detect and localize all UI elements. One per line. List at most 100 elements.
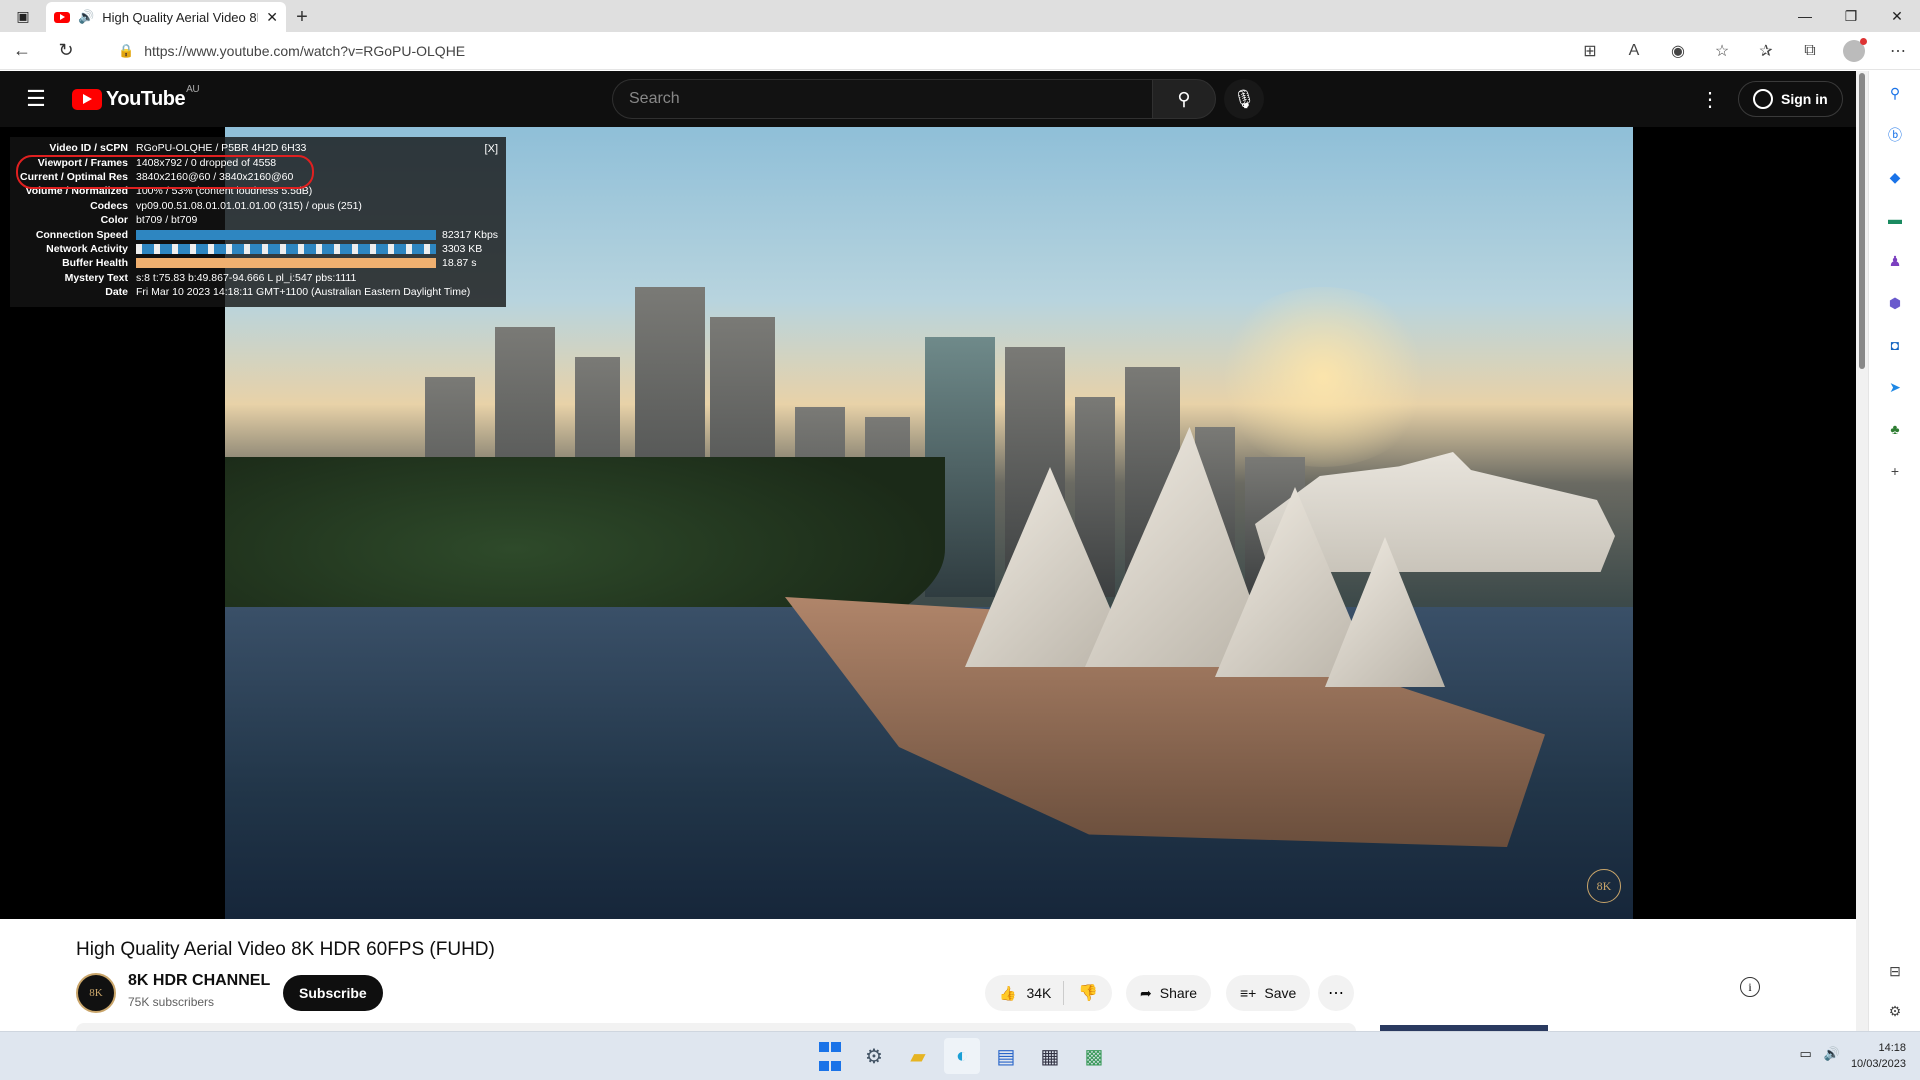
taskbar-clock[interactable]: 14:18 10/03/2023	[1851, 1040, 1906, 1072]
stats-close-button[interactable]: [X]	[485, 143, 498, 155]
add-favorite-icon[interactable]: ☆	[1700, 41, 1744, 61]
save-button[interactable]: ≡+ Save	[1226, 975, 1311, 1011]
microsoft365-icon[interactable]: ⬢	[1885, 293, 1905, 313]
tab-title: High Quality Aerial Video 8K	[102, 9, 259, 25]
subscriber-count: 75K subscribers	[128, 995, 215, 1009]
shopping-tag-icon[interactable]: ◆	[1885, 167, 1905, 187]
youtube-logo-text: YouTube	[106, 87, 186, 110]
scrollbar-thumb[interactable]	[1859, 73, 1865, 369]
channel-watermark[interactable]: 8K	[1587, 869, 1621, 903]
browser-tab-youtube[interactable]: 🔊 High Quality Aerial Video 8K ✕	[46, 2, 286, 32]
connection-speed-bar	[136, 229, 436, 240]
search-box: ⚲	[612, 79, 1216, 119]
new-tab-button[interactable]: +	[286, 2, 318, 32]
network-icon[interactable]: ▭	[1800, 1046, 1812, 1062]
thumbs-up-icon: 👍	[999, 984, 1017, 1001]
restore-icon[interactable]: ❐	[1828, 0, 1874, 32]
search-icon[interactable]: ⚲	[1885, 83, 1905, 103]
youtube-logo[interactable]: YouTube AU	[72, 84, 200, 111]
lock-icon[interactable]: 🔒	[118, 43, 134, 59]
windows-start-icon[interactable]	[812, 1038, 848, 1074]
extension-icon[interactable]: ◉	[1656, 41, 1700, 61]
url-text: https://www.youtube.com/watch?v=RGoPU-OL…	[144, 43, 466, 59]
url-field[interactable]: 🔒 https://www.youtube.com/watch?v=RGoPU-…	[108, 36, 1608, 66]
tree-icon[interactable]: ♣	[1885, 419, 1905, 439]
read-aloud-icon[interactable]: A	[1612, 42, 1656, 60]
country-code: AU	[186, 83, 200, 95]
settings-gear-icon[interactable]: ⚙	[856, 1038, 892, 1074]
close-window-icon[interactable]: ✕	[1874, 0, 1920, 32]
sidebar-settings-icon[interactable]: ⚙	[1885, 1001, 1905, 1021]
user-icon	[1753, 89, 1773, 109]
collections-icon[interactable]: ⧉	[1788, 42, 1832, 60]
highlight-annotation	[16, 155, 314, 189]
minimize-icon[interactable]: —	[1782, 0, 1828, 32]
menu-icon[interactable]: ☰	[0, 86, 72, 112]
network-activity-bar	[136, 243, 436, 254]
youtube-favicon-icon	[54, 11, 70, 23]
stats-row: Network Activity 3303 KB	[46, 242, 483, 255]
system-tray: ▭ 🔊	[1800, 1046, 1840, 1062]
search-icon: ⚲	[1177, 88, 1191, 109]
buffer-health-bar	[136, 258, 436, 269]
clock-time: 14:18	[1878, 1042, 1906, 1054]
video-player[interactable]: 8K [X] Video ID / sCPN RGoPU-OLQHE / P5BR…	[0, 127, 1856, 919]
stats-row: Mystery Text s:8 t:75.83 b:49.867-94.666 …	[64, 271, 357, 284]
photos-app-icon[interactable]: ▩	[1076, 1038, 1112, 1074]
edge-sidebar: ⚲ ⓑ ◆ ▬ ♟ ⬢ ◘ ➤ ♣ + ⊟ ⚙	[1868, 71, 1920, 1031]
volume-icon[interactable]: 🔊	[1824, 1046, 1840, 1062]
more-options-icon[interactable]: ⋮	[1700, 87, 1720, 112]
search-input[interactable]	[612, 79, 1152, 119]
outlook-icon[interactable]: ◘	[1885, 335, 1905, 355]
tab-actions-icon[interactable]: ▣	[0, 0, 46, 32]
youtube-play-icon	[72, 88, 102, 110]
like-count: 34K	[1026, 985, 1052, 1001]
window-controls: — ❐ ✕	[1782, 0, 1920, 32]
browser-toolbar-right: ⊞ A ◉ ☆ ✰ ⧉ ⋯	[1568, 32, 1920, 70]
share-label: Share	[1159, 985, 1198, 1001]
app-available-icon[interactable]: ⊞	[1568, 41, 1612, 61]
page-scrollbar[interactable]	[1856, 71, 1868, 1031]
more-horizontal-icon: ⋯	[1328, 985, 1344, 1002]
games-icon[interactable]: ♟	[1885, 251, 1905, 271]
settings-more-icon[interactable]: ⋯	[1876, 41, 1920, 61]
file-explorer-icon[interactable]: ▰	[900, 1038, 936, 1074]
voice-search-button[interactable]: 🎙	[1224, 79, 1264, 119]
hide-sidebar-icon[interactable]: ⊟	[1885, 961, 1905, 981]
tools-icon[interactable]: ▬	[1885, 209, 1905, 229]
calculator-icon[interactable]: ▦	[1032, 1038, 1068, 1074]
stats-row: Codecs vp09.00.51.08.01.01.01.01.00 (315)…	[90, 199, 362, 212]
profile-icon[interactable]	[1832, 38, 1876, 62]
clock-date: 10/03/2023	[1850, 1058, 1906, 1070]
add-icon[interactable]: +	[1885, 461, 1905, 481]
refresh-icon[interactable]: ↻	[44, 32, 88, 70]
microphone-icon: 🎙	[1232, 88, 1256, 109]
address-bar-row: ← ↻ 🔒 https://www.youtube.com/watch?v=RG…	[0, 32, 1920, 70]
favorites-icon[interactable]: ✰	[1744, 41, 1788, 61]
search-button[interactable]: ⚲	[1152, 79, 1216, 119]
description-box-edge	[76, 1023, 1356, 1031]
info-icon[interactable]: i	[1740, 977, 1760, 997]
speaker-icon[interactable]: 🔊	[78, 9, 94, 25]
taskbar-apps: ⚙ ▰ ◐ ▤ ▦ ▩	[812, 1038, 1112, 1074]
bing-icon[interactable]: ⓑ	[1885, 125, 1905, 145]
channel-avatar[interactable]: 8K	[76, 973, 116, 1013]
back-icon[interactable]: ←	[0, 32, 44, 70]
sign-in-button[interactable]: Sign in	[1738, 81, 1843, 117]
sign-in-label: Sign in	[1781, 91, 1828, 107]
like-button[interactable]: 👍 34K	[985, 981, 1065, 1005]
store-icon[interactable]: ▤	[988, 1038, 1024, 1074]
tab-close-icon[interactable]: ✕	[266, 9, 278, 26]
channel-name[interactable]: 8K HDR CHANNEL	[128, 972, 270, 990]
send-icon[interactable]: ➤	[1885, 377, 1905, 397]
share-button[interactable]: ➦ Share	[1126, 975, 1212, 1011]
video-info-section: High Quality Aerial Video 8K HDR 60FPS (…	[0, 919, 1856, 1031]
edge-browser-icon[interactable]: ◐	[944, 1038, 980, 1074]
more-actions-button[interactable]: ⋯	[1318, 975, 1354, 1011]
video-title: High Quality Aerial Video 8K HDR 60FPS (…	[76, 939, 495, 960]
stats-row: Video ID / sCPN RGoPU-OLQHE / P5BR 4H2D 6…	[49, 142, 307, 155]
browser-tab-bar: ▣ 🔊 High Quality Aerial Video 8K ✕ +	[0, 0, 1920, 32]
subscribe-button[interactable]: Subscribe	[283, 975, 383, 1011]
dislike-button[interactable]: 👎	[1064, 983, 1112, 1003]
save-label: Save	[1264, 985, 1297, 1001]
